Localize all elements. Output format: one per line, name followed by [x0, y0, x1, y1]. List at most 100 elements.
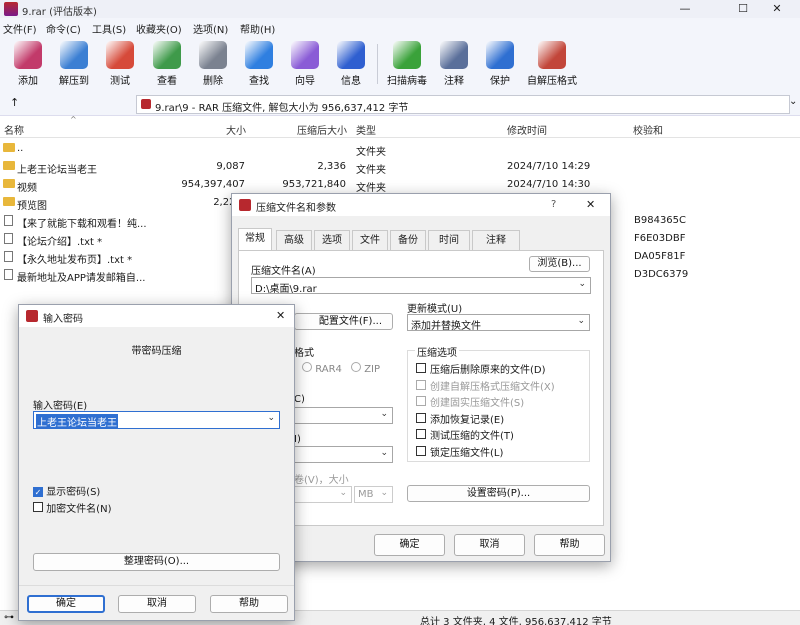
- checkbox-icon: [416, 396, 426, 406]
- compression-option-checkbox[interactable]: 创建固实压缩文件(S): [416, 394, 524, 409]
- file-crc: F6E03DBF: [634, 233, 686, 244]
- dictionary-size-select[interactable]: ⌄: [294, 446, 393, 463]
- column-packed[interactable]: 压缩后大小: [297, 122, 347, 137]
- chevron-down-icon: ⌄: [267, 413, 275, 423]
- compression-method-select[interactable]: ⌄: [294, 407, 393, 424]
- compression-option-checkbox[interactable]: 创建自解压格式压缩文件(X): [416, 378, 555, 393]
- file-row[interactable]: .. 文件夹: [0, 140, 800, 158]
- file-row[interactable]: 视频 954,397,407 953,721,840 文件夹 2024/7/10 14:…: [0, 176, 800, 194]
- tab-comment[interactable]: 注释: [472, 230, 520, 250]
- archive-dialog-close-button[interactable]: ✕: [586, 198, 595, 211]
- update-mode-select[interactable]: 添加并替换文件 ⌄: [407, 314, 590, 332]
- menu-favorites[interactable]: 收藏夹(O): [136, 21, 182, 36]
- toolbar-comment-button[interactable]: 注释: [432, 38, 476, 90]
- compression-option-label: 创建自解压格式压缩文件(X): [430, 381, 555, 393]
- file-icon: [4, 251, 13, 262]
- tab-general[interactable]: 常规: [238, 228, 272, 250]
- toolbar-delete-button[interactable]: 删除: [191, 38, 235, 90]
- update-mode-label: 更新模式(U): [407, 304, 463, 315]
- toolbar-test-button[interactable]: 测试: [98, 38, 142, 90]
- menu-options[interactable]: 选项(N): [193, 21, 228, 36]
- toolbar-add-button[interactable]: 添加: [6, 38, 50, 90]
- archive-cancel-button[interactable]: 取消: [454, 534, 525, 556]
- close-button[interactable]: ✕: [754, 0, 800, 18]
- chevron-down-icon: ⌄: [380, 409, 388, 419]
- menu-file[interactable]: 文件(F): [3, 21, 37, 36]
- file-crc: B984365C: [634, 215, 687, 226]
- browse-button[interactable]: 浏览(B)...: [529, 256, 590, 272]
- split-size-input[interactable]: ⌄: [294, 486, 352, 503]
- up-arrow-icon[interactable]: ↑: [10, 96, 19, 109]
- find-magnifier-icon: [245, 41, 273, 69]
- menu-tools[interactable]: 工具(S): [92, 21, 126, 36]
- file-icon: [4, 269, 13, 280]
- address-path-box[interactable]: 9.rar\9 - RAR 压缩文件, 解包大小为 956,637,412 字节: [136, 95, 790, 114]
- test-checklist-icon: [106, 41, 134, 69]
- profiles-button[interactable]: 配置文件(F)...: [294, 313, 393, 330]
- file-name: 最新地址及APP请发邮箱自...: [17, 273, 146, 284]
- toolbar-info-button[interactable]: 信息: [329, 38, 373, 90]
- file-crc: D3DC6379: [634, 269, 689, 280]
- password-ok-button[interactable]: 确定: [27, 595, 105, 613]
- archive-help-button[interactable]: 帮助: [534, 534, 605, 556]
- column-size[interactable]: 大小: [226, 122, 246, 137]
- format-zip-radio[interactable]: ZIP: [351, 362, 380, 375]
- toolbar-virus-scan-button[interactable]: 扫描病毒: [385, 38, 429, 90]
- toolbar-find-button[interactable]: 查找: [237, 38, 281, 90]
- tab-options[interactable]: 选项: [314, 230, 350, 250]
- column-modified[interactable]: 修改时间: [507, 122, 547, 137]
- column-header-row: [0, 118, 800, 138]
- show-password-checkbox[interactable]: ✓ 显示密码(S): [33, 483, 100, 498]
- format-rar4-radio[interactable]: RAR4: [302, 362, 342, 375]
- toolbar-separator: [377, 44, 378, 84]
- password-input-label: 输入密码(E): [33, 401, 88, 412]
- archive-ok-button[interactable]: 确定: [374, 534, 445, 556]
- encrypt-filenames-checkbox[interactable]: 加密文件名(N): [33, 500, 111, 515]
- toolbar-sfx-button[interactable]: 自解压格式: [527, 38, 577, 90]
- file-row[interactable]: 上老王论坛当老王 9,087 2,336 文件夹 2024/7/10 14:29: [0, 158, 800, 176]
- toolbar-wizard-button[interactable]: 向导: [283, 38, 327, 90]
- column-type[interactable]: 类型: [356, 122, 376, 137]
- toolbar-protect-button[interactable]: 保护: [478, 38, 522, 90]
- menu-bar: 文件(F) 命令(C) 工具(S) 收藏夹(O) 选项(N) 帮助(H): [0, 18, 800, 36]
- column-name[interactable]: 名称: [4, 122, 24, 137]
- password-dialog-close-button[interactable]: ✕: [276, 309, 285, 322]
- sfx-archive-icon: [538, 41, 566, 69]
- split-unit-select[interactable]: MB ⌄: [354, 486, 393, 503]
- rar-archive-icon: [141, 99, 151, 109]
- checkbox-icon: [416, 445, 426, 456]
- tab-advanced[interactable]: 高级: [276, 230, 312, 250]
- password-dialog-icon: [26, 310, 38, 322]
- password-help-button[interactable]: 帮助: [210, 595, 288, 613]
- set-password-button[interactable]: 设置密码(P)...: [407, 485, 590, 502]
- tab-time[interactable]: 时间: [428, 230, 470, 250]
- extract-folder-icon: [60, 41, 88, 69]
- file-icon: [4, 215, 13, 226]
- column-crc[interactable]: 校验和: [633, 122, 663, 137]
- folder-icon: [3, 143, 15, 152]
- compression-option-checkbox[interactable]: 添加恢复记录(E): [416, 411, 504, 426]
- toolbar-extract-button[interactable]: 解压到: [52, 38, 96, 90]
- chevron-down-icon: ⌄: [380, 488, 388, 498]
- tab-strip: 常规 高级 选项 文件 备份 时间 注释: [238, 228, 604, 250]
- organize-passwords-button[interactable]: 整理密码(O)...: [33, 553, 280, 571]
- toolbar-view-button[interactable]: 查看: [145, 38, 189, 90]
- context-help-button[interactable]: ?: [551, 199, 556, 210]
- address-dropdown-icon[interactable]: ⌄: [789, 96, 797, 107]
- archive-name-combo[interactable]: D:\桌面\9.rar ⌄: [251, 277, 591, 295]
- file-modified: 2024/7/10 14:30: [507, 179, 591, 190]
- menu-command[interactable]: 命令(C): [46, 21, 81, 36]
- compression-option-checkbox[interactable]: 测试压缩的文件(T): [416, 427, 514, 442]
- password-input[interactable]: 上老王论坛当老王 ⌄: [33, 411, 280, 429]
- menu-help[interactable]: 帮助(H): [240, 21, 275, 36]
- compression-option-checkbox[interactable]: 压缩后删除原来的文件(D): [416, 361, 546, 376]
- minimize-button[interactable]: —: [662, 0, 708, 18]
- password-value: 上老王论坛当老王: [36, 414, 118, 429]
- compression-option-checkbox[interactable]: 锁定压缩文件(L): [416, 444, 503, 459]
- tab-files[interactable]: 文件: [352, 230, 388, 250]
- password-cancel-button[interactable]: 取消: [118, 595, 196, 613]
- file-size: 9,087: [216, 161, 245, 172]
- checkbox-icon: [416, 429, 426, 439]
- chevron-down-icon: ⌄: [578, 279, 586, 289]
- tab-backup[interactable]: 备份: [390, 230, 426, 250]
